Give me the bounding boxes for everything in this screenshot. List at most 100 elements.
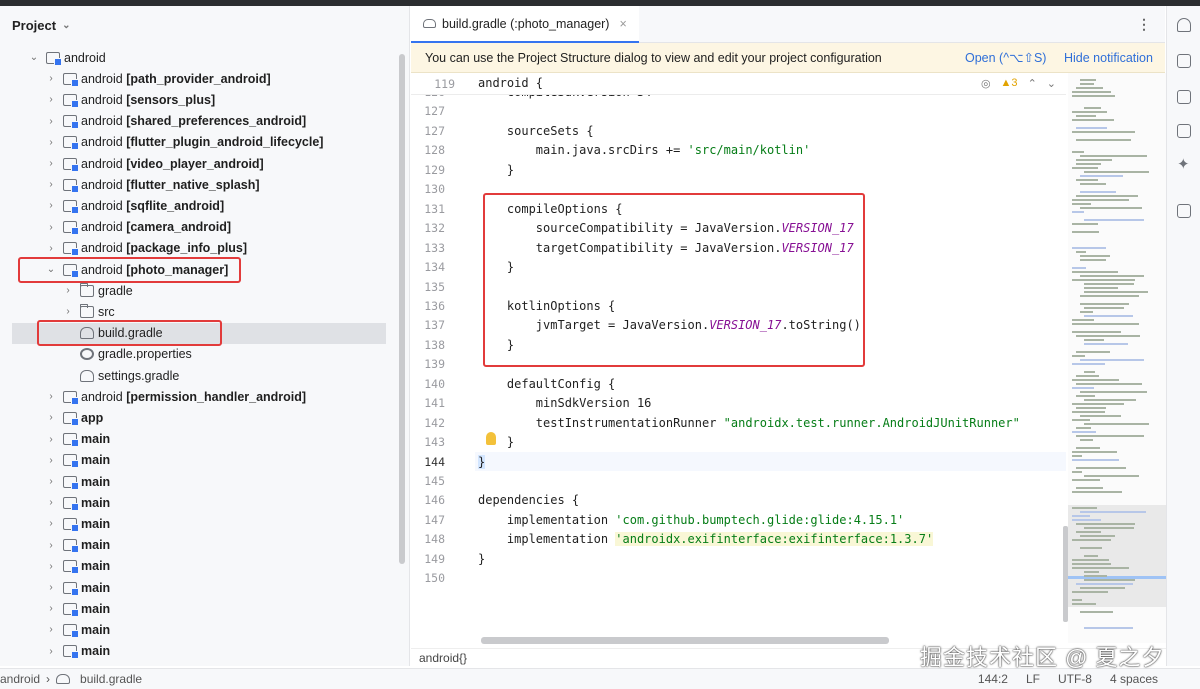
tree-item[interactable]: › main bbox=[0, 471, 395, 492]
chevron-right-icon[interactable]: › bbox=[62, 306, 74, 317]
module-folder-icon bbox=[63, 581, 79, 596]
tree-item-prefix: android bbox=[81, 135, 127, 150]
chevron-right-icon[interactable]: › bbox=[45, 94, 57, 105]
status-path-root[interactable]: android bbox=[0, 672, 40, 686]
notifications-icon[interactable] bbox=[1177, 18, 1191, 32]
chevron-down-icon[interactable]: ⌄ bbox=[1047, 77, 1056, 90]
chevron-right-icon[interactable]: › bbox=[45, 116, 57, 127]
tree-item[interactable]: ⌄ android bbox=[0, 47, 395, 68]
chevron-down-icon[interactable]: ⌄ bbox=[62, 20, 70, 31]
tree-item[interactable]: › android [shared_preferences_android] bbox=[0, 111, 395, 132]
module-folder-icon bbox=[63, 560, 79, 575]
minimap-code-line bbox=[1084, 579, 1135, 581]
chevron-right-icon[interactable]: › bbox=[45, 540, 57, 551]
file-encoding[interactable]: UTF-8 bbox=[1058, 672, 1092, 686]
minimap-code-line bbox=[1084, 575, 1107, 577]
editor-inspection-widget[interactable]: ◎ ▲3 ⌃ ⌄ bbox=[981, 77, 1056, 90]
tree-item-prefix: android bbox=[81, 92, 127, 107]
module-folder-icon bbox=[63, 390, 79, 405]
tree-item-label: src bbox=[98, 304, 115, 319]
chevron-right-icon[interactable]: › bbox=[45, 434, 57, 445]
chevron-right-icon[interactable]: › bbox=[45, 582, 57, 593]
tree-item[interactable]: › main bbox=[0, 492, 395, 513]
sticky-scope-header[interactable]: 119 android { ◎ ▲3 ⌃ ⌄ bbox=[411, 73, 1066, 95]
running-devices-icon[interactable] bbox=[1177, 124, 1191, 138]
code-line: minSdkVersion 16 bbox=[478, 394, 652, 413]
warning-count[interactable]: ▲3 bbox=[1001, 77, 1018, 90]
tree-item[interactable]: › android [path_provider_android] bbox=[0, 68, 395, 89]
caret-position[interactable]: 144:2 bbox=[978, 672, 1008, 686]
chevron-right-icon[interactable]: › bbox=[45, 243, 57, 254]
code-line: testInstrumentationRunner "androidx.test… bbox=[478, 414, 1020, 433]
chevron-right-icon[interactable]: › bbox=[45, 73, 57, 84]
minimap-code-line bbox=[1084, 399, 1136, 401]
lightbulb-icon[interactable] bbox=[486, 432, 496, 445]
tree-item[interactable]: › android [permission_handler_android] bbox=[0, 386, 395, 407]
tree-item[interactable]: › android [flutter_native_splash] bbox=[0, 174, 395, 195]
minimap-code-line bbox=[1072, 95, 1115, 97]
tree-item[interactable]: › main bbox=[0, 513, 395, 534]
tree-item[interactable]: › android [sensors_plus] bbox=[0, 89, 395, 110]
tree-item[interactable]: › app bbox=[0, 407, 395, 428]
chevron-right-icon[interactable]: › bbox=[45, 603, 57, 614]
chevron-right-icon[interactable]: › bbox=[45, 624, 57, 635]
tree-item[interactable]: › main bbox=[0, 429, 395, 450]
chevron-right-icon[interactable]: › bbox=[45, 518, 57, 529]
chevron-right-icon[interactable]: › bbox=[45, 179, 57, 190]
minimap-code-line bbox=[1072, 199, 1129, 201]
chevron-up-icon[interactable]: ⌃ bbox=[1028, 77, 1037, 90]
code-line: implementation 'com.github.bumptech.glid… bbox=[478, 511, 904, 530]
chevron-right-icon[interactable]: › bbox=[45, 222, 57, 233]
hide-notification-link[interactable]: Hide notification bbox=[1064, 51, 1153, 65]
reader-mode-icon[interactable]: ◎ bbox=[981, 77, 991, 90]
gradle-tool-icon[interactable] bbox=[1177, 54, 1191, 68]
project-panel-title: Project bbox=[12, 17, 57, 33]
indent-setting[interactable]: 4 spaces bbox=[1110, 672, 1158, 686]
tree-item[interactable]: › android [flutter_plugin_android_lifecyc… bbox=[0, 132, 395, 153]
tree-item[interactable]: settings.gradle bbox=[0, 365, 395, 386]
line-separator[interactable]: LF bbox=[1026, 672, 1040, 686]
tree-item[interactable]: gradle.properties bbox=[0, 344, 395, 365]
tree-item[interactable]: › main bbox=[0, 535, 395, 556]
project-panel-header[interactable]: Project ⌄ bbox=[0, 6, 409, 44]
tree-item[interactable]: › android [camera_android] bbox=[0, 217, 395, 238]
tree-item[interactable]: › android [video_player_android] bbox=[0, 153, 395, 174]
tab-build-gradle[interactable]: build.gradle (:photo_manager) × bbox=[411, 6, 639, 43]
tree-item[interactable]: › android [package_info_plus] bbox=[0, 238, 395, 259]
chevron-right-icon[interactable]: › bbox=[45, 391, 57, 402]
more-options-icon[interactable]: ⋮ bbox=[1137, 16, 1151, 33]
status-path-file[interactable]: build.gradle bbox=[80, 672, 142, 686]
chevron-right-icon[interactable]: › bbox=[62, 285, 74, 296]
chevron-right-icon[interactable]: › bbox=[45, 158, 57, 169]
open-project-structure-link[interactable]: Open (^⌥⇧S) bbox=[965, 50, 1046, 65]
chevron-right-icon[interactable]: › bbox=[45, 646, 57, 657]
code-minimap[interactable] bbox=[1068, 73, 1166, 643]
chevron-right-icon[interactable]: › bbox=[45, 200, 57, 211]
minimap-code-line bbox=[1076, 583, 1133, 585]
chevron-right-icon[interactable]: › bbox=[45, 137, 57, 148]
tree-item-label: [path_provider_android] bbox=[126, 71, 271, 86]
tree-item[interactable]: › gradle bbox=[0, 280, 395, 301]
chevron-right-icon[interactable]: › bbox=[45, 561, 57, 572]
close-icon[interactable]: × bbox=[619, 17, 626, 31]
tree-item[interactable]: › main bbox=[0, 619, 395, 640]
editor-horizontal-scrollbar[interactable] bbox=[481, 637, 889, 644]
chevron-right-icon[interactable]: › bbox=[45, 476, 57, 487]
device-manager-icon[interactable] bbox=[1177, 90, 1191, 104]
resource-manager-icon[interactable] bbox=[1177, 204, 1191, 218]
minimap-code-line bbox=[1080, 391, 1147, 393]
minimap-code-line bbox=[1084, 283, 1134, 285]
tree-item[interactable]: › main bbox=[0, 598, 395, 619]
chevron-right-icon[interactable]: › bbox=[45, 497, 57, 508]
minimap-code-line bbox=[1076, 159, 1112, 161]
tree-item[interactable]: › main bbox=[0, 556, 395, 577]
chevron-right-icon[interactable]: › bbox=[45, 455, 57, 466]
minimap-code-line bbox=[1072, 231, 1099, 233]
tree-item[interactable]: › main bbox=[0, 577, 395, 598]
chevron-right-icon[interactable]: › bbox=[45, 412, 57, 423]
tree-item[interactable]: › main bbox=[0, 450, 395, 471]
tree-item[interactable]: › android [sqflite_android] bbox=[0, 195, 395, 216]
ai-assistant-icon[interactable]: ✦ bbox=[1177, 157, 1191, 172]
chevron-down-icon[interactable]: ⌄ bbox=[28, 52, 40, 63]
tree-item[interactable]: › main bbox=[0, 641, 395, 662]
